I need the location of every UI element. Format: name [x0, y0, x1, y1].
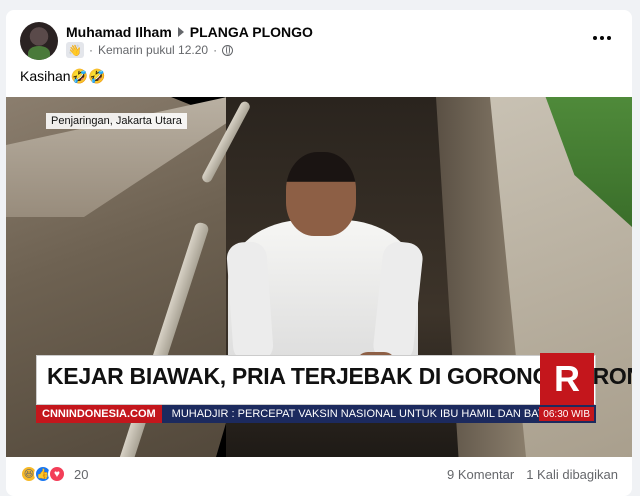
location-tag: Penjaringan, Jakarta Utara — [46, 113, 187, 129]
reaction-count: 20 — [74, 466, 89, 482]
author-name[interactable]: Muhamad Ilham — [66, 24, 172, 40]
avatar[interactable] — [20, 22, 58, 60]
ticker-time: 06:30 WIB — [539, 407, 594, 421]
dot-icon — [607, 36, 611, 40]
reactions-summary[interactable]: 😆 👍 ♥ 20 — [20, 465, 88, 483]
post-image[interactable]: Penjaringan, Jakarta Utara KEJAR BIAWAK,… — [6, 97, 632, 457]
love-icon: ♥ — [48, 465, 66, 483]
post-meta: 👋 · Kemarin pukul 12.20 · — [66, 42, 234, 58]
author-line: Muhamad Ilham PLANGA PLONGO — [66, 24, 313, 40]
comments-link[interactable]: 9 Komentar — [447, 467, 514, 482]
more-options-button[interactable] — [588, 28, 616, 48]
globe-icon — [222, 44, 234, 56]
shares-link[interactable]: 1 Kali dibagikan — [526, 467, 618, 482]
ticker-source: CNNINDONESIA.COM — [36, 405, 162, 423]
member-badge-icon: 👋 — [66, 42, 84, 58]
post-caption: Kasihan🤣🤣 — [20, 68, 106, 84]
news-lower-third: KEJAR BIAWAK, PRIA TERJEBAK DI GORONG-GO… — [36, 355, 632, 405]
news-ticker: CNNINDONESIA.COM MUHADJIR : PERCEPAT VAK… — [36, 405, 596, 423]
channel-logo: R — [540, 353, 594, 405]
post-footer: 😆 👍 ♥ 20 9 Komentar 1 Kali dibagikan — [20, 462, 618, 486]
ticker-text: MUHADJIR : PERCEPAT VAKSIN NASIONAL UNTU… — [171, 408, 540, 420]
arrow-right-icon — [177, 27, 184, 37]
dot-icon — [593, 36, 597, 40]
engagement-stats: 9 Komentar 1 Kali dibagikan — [447, 467, 618, 482]
post-header: Muhamad Ilham PLANGA PLONGO 👋 · Kemarin … — [20, 22, 618, 62]
dot-icon — [600, 36, 604, 40]
group-name[interactable]: PLANGA PLONGO — [190, 24, 313, 40]
post-timestamp[interactable]: Kemarin pukul 12.20 — [98, 43, 208, 57]
post-card: Muhamad Ilham PLANGA PLONGO 👋 · Kemarin … — [6, 10, 632, 496]
